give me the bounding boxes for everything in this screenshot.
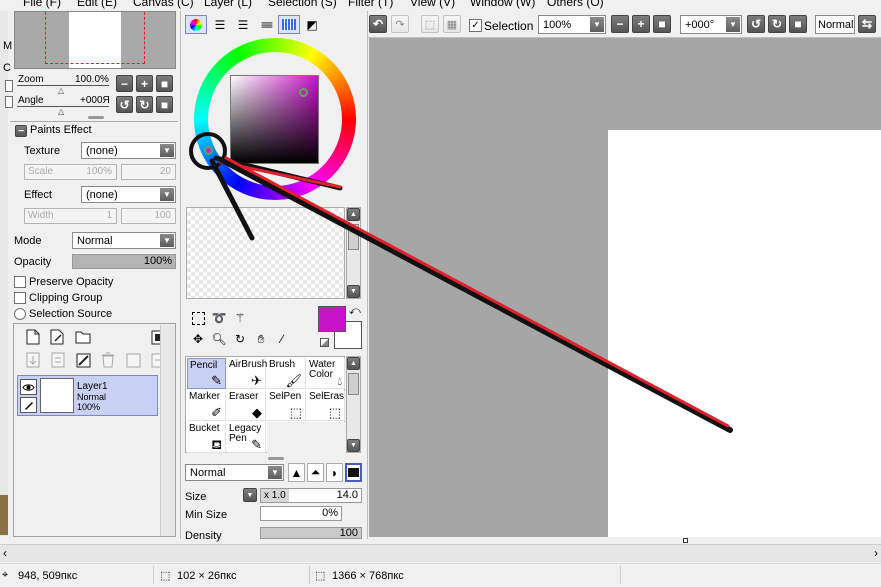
horizontal-scrollbar[interactable]: ‹ › bbox=[0, 544, 881, 562]
scroll-right-icon[interactable]: › bbox=[874, 546, 878, 560]
status-divider bbox=[153, 566, 154, 584]
status-bar bbox=[0, 563, 881, 587]
annotation-overlay bbox=[189, 132, 733, 433]
status-divider bbox=[309, 566, 310, 584]
selection-size-icon: ⬚ bbox=[160, 570, 171, 582]
canvas-size-icon: ⬚ bbox=[315, 570, 326, 582]
scroll-left-icon[interactable]: ‹ bbox=[3, 546, 7, 560]
cursor-position: 948, 509пкс bbox=[18, 570, 78, 582]
status-divider bbox=[620, 566, 621, 584]
canvas-size: 1366 × 768пкс bbox=[332, 570, 404, 582]
annotation-arrow bbox=[224, 156, 730, 428]
cursor-icon: ⌖ bbox=[2, 569, 9, 581]
annotation-arrow bbox=[219, 157, 733, 433]
selection-size: 102 × 26пкс bbox=[177, 570, 237, 582]
